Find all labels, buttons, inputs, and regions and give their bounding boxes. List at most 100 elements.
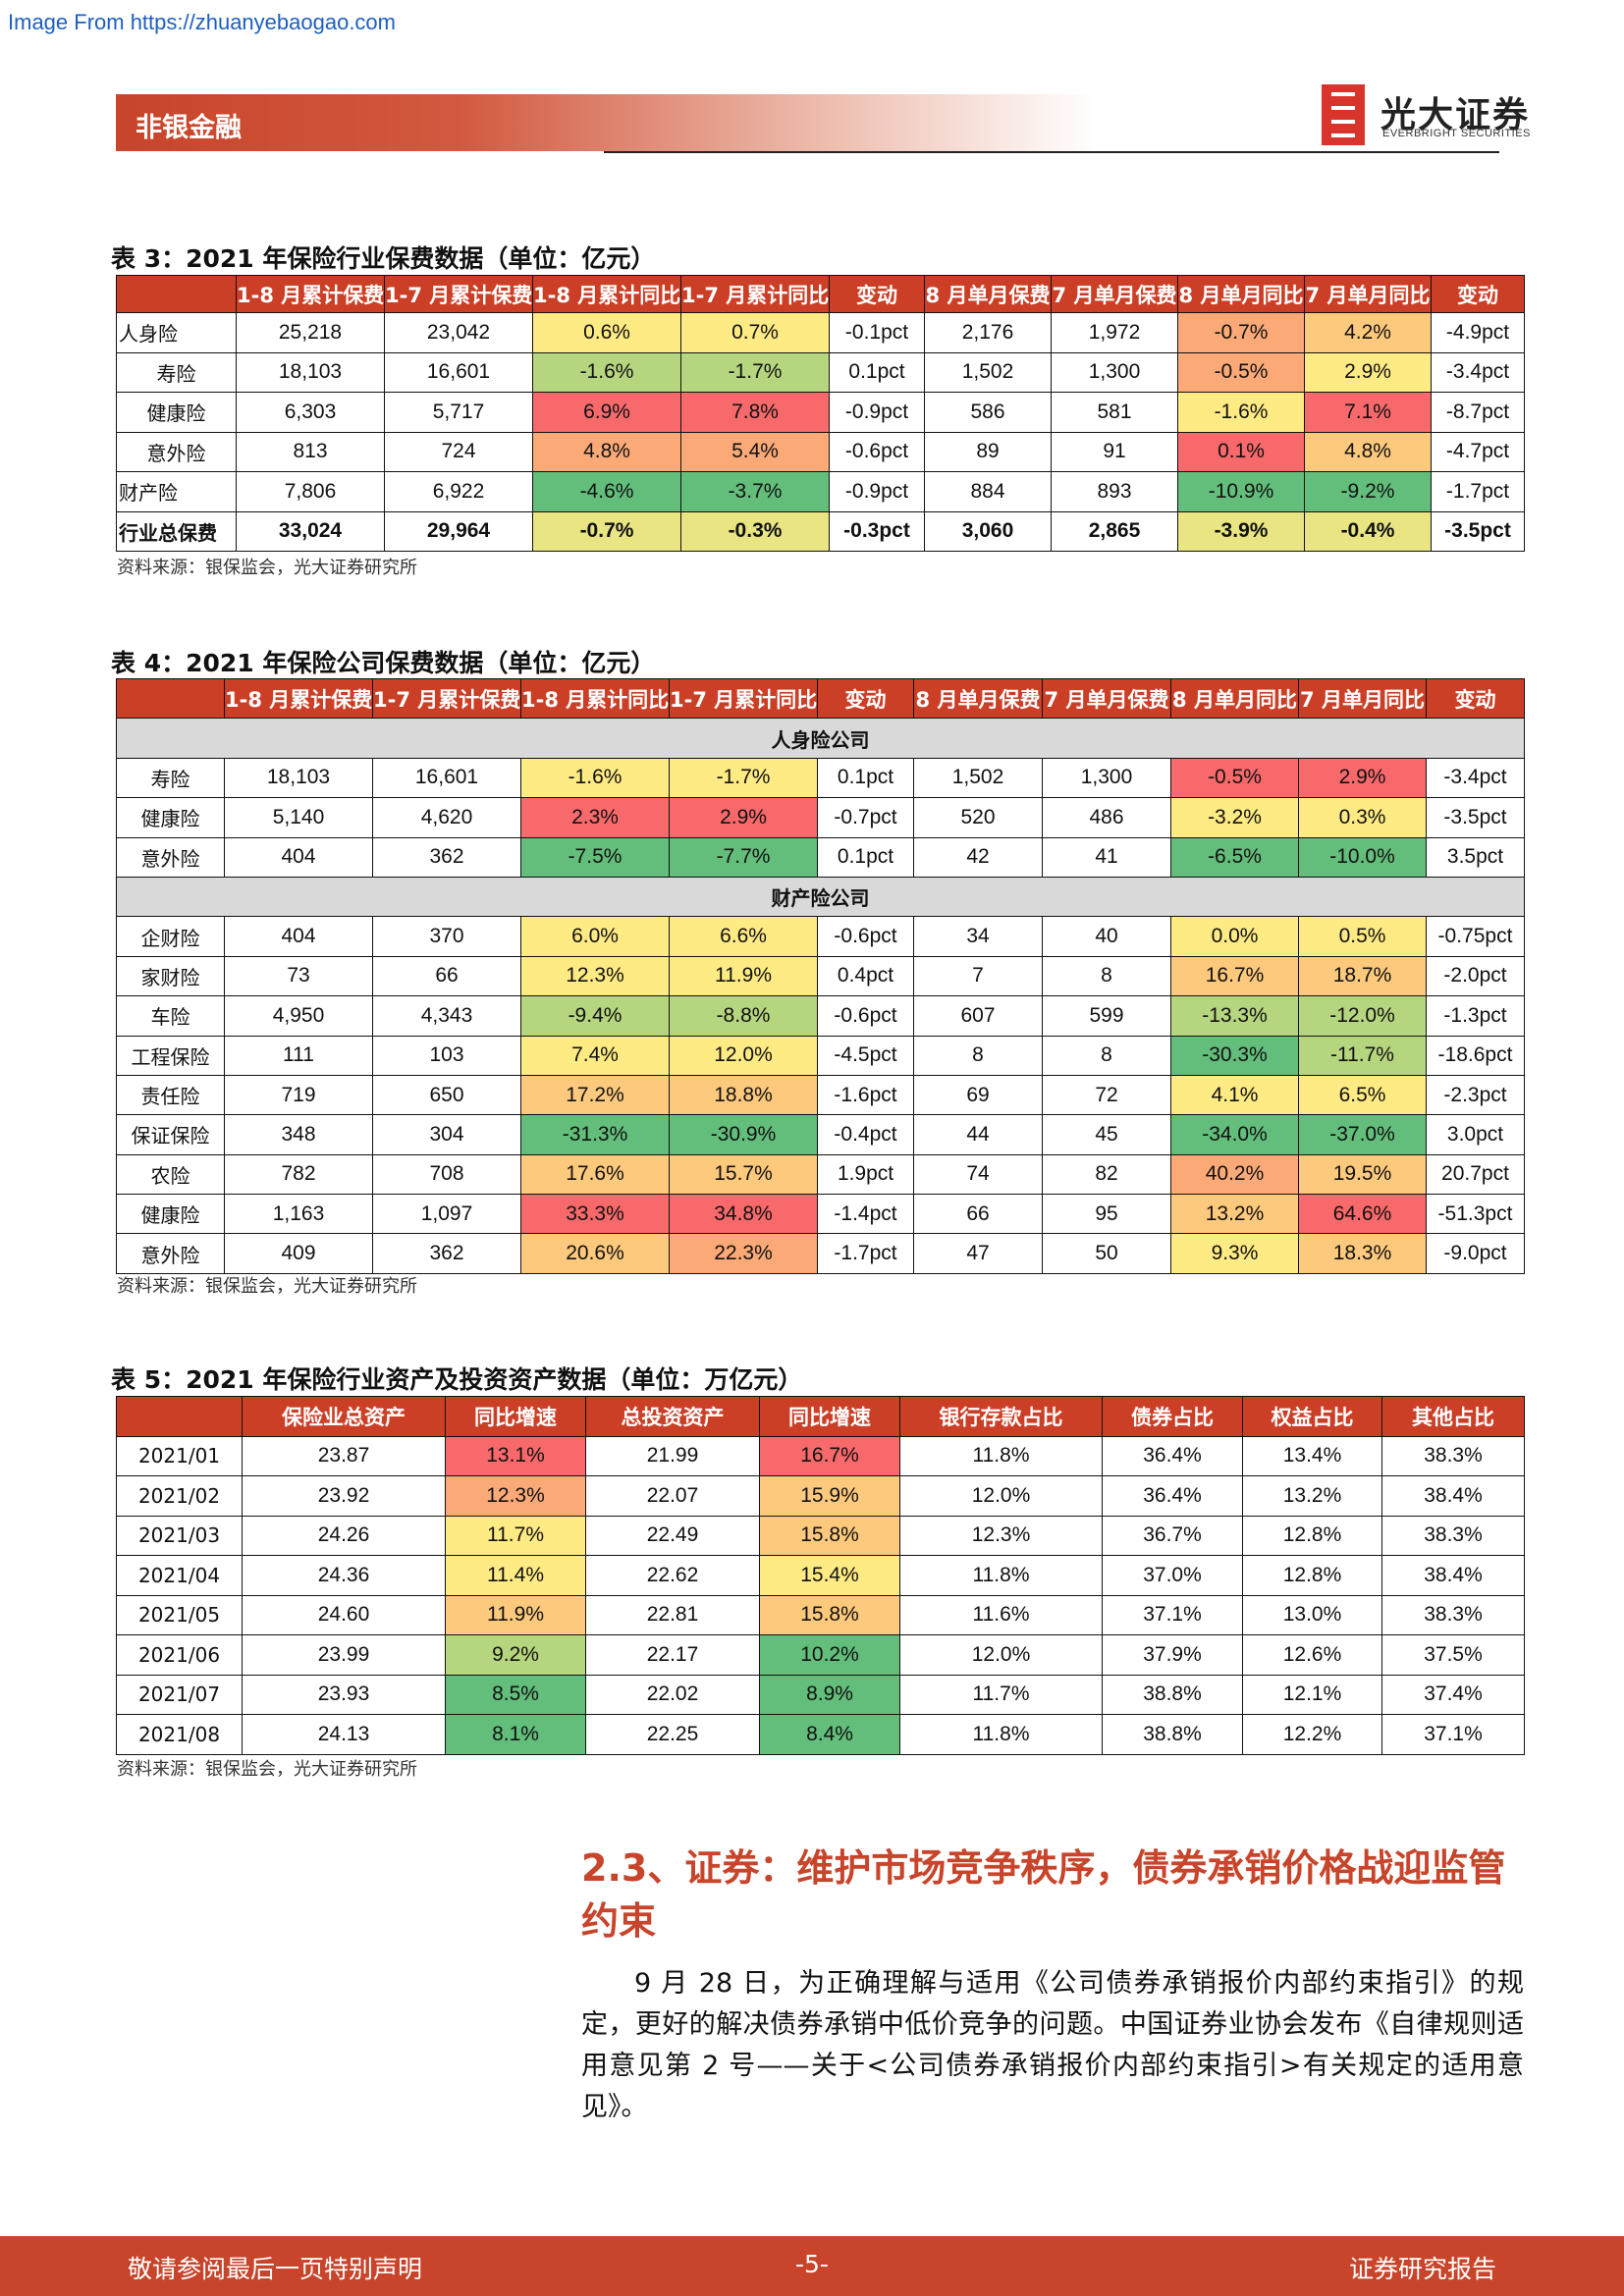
table5-cell: 23.99 xyxy=(242,1634,446,1676)
table4-cell: -1.7pct xyxy=(817,1233,914,1274)
table4-cell: -3.2% xyxy=(1170,797,1299,838)
table5-cell: 36.4% xyxy=(1102,1475,1243,1517)
table4-cell: -0.7pct xyxy=(817,797,914,838)
table4-cell: -10.0% xyxy=(1298,836,1427,878)
table3-cell: -0.5% xyxy=(1177,351,1305,393)
table5-cell: 37.1% xyxy=(1102,1594,1243,1635)
table4-cell: 66 xyxy=(913,1194,1043,1235)
table4-header-cell: 1-8 月累计同比 xyxy=(520,677,670,720)
table5-row: 2021/03 24.26 11.7% 22.49 15.8% 12.3% 36.7% 12.… xyxy=(116,1515,1525,1556)
table4-cell: 8 xyxy=(1042,1035,1171,1076)
table5-cell: 11.9% xyxy=(445,1594,586,1635)
table3-row: 意外险 813 724 4.8% 5.4% -0.6pct 89 91 0.1% 4.8% -4.7… xyxy=(116,431,1525,472)
header-divider xyxy=(604,151,1499,153)
logo-english-name: EVERBRIGHT SECURITIES xyxy=(1382,128,1531,139)
table5-cell: 13.1% xyxy=(445,1435,586,1476)
table4-cell: 16.7% xyxy=(1170,955,1299,997)
table4-cell: 42 xyxy=(913,836,1043,878)
table3-cell: -0.7% xyxy=(1177,312,1305,353)
table3-cell: -0.4% xyxy=(1304,510,1432,552)
table5-cell: 22.02 xyxy=(585,1674,760,1715)
table4-cell: 404 xyxy=(224,916,373,957)
table4-cell: 0.5% xyxy=(1298,916,1427,957)
table3-cell: 91 xyxy=(1051,431,1178,472)
table3-cell: 2.9% xyxy=(1304,351,1432,393)
table4-cell: 7 xyxy=(913,955,1043,997)
table4-cell: 18,103 xyxy=(224,757,373,799)
table4-cell: -0.6pct xyxy=(817,916,914,957)
table4-section-row: 财产险公司 xyxy=(116,876,1525,918)
table4-cell: 1,300 xyxy=(1042,757,1171,799)
table5-cell: 23.87 xyxy=(242,1435,446,1476)
table4-cell: 2.3% xyxy=(520,797,670,838)
table5-header-cell: 债券占比 xyxy=(1102,1396,1243,1437)
table4-cell: 1,097 xyxy=(372,1194,521,1235)
table3-cell: 7.8% xyxy=(680,392,830,433)
table5-row: 2021/08 24.13 8.1% 22.25 8.4% 11.8% 38.8% 12.2%… xyxy=(116,1714,1525,1755)
table3-cell: 581 xyxy=(1051,392,1178,433)
everbright-logo: 光大证券 EVERBRIGHT SECURITIES xyxy=(1322,84,1538,147)
table5-cell: 11.8% xyxy=(899,1714,1103,1755)
table3-row: 人身险 25,218 23,042 0.6% 0.7% -0.1pct 2,176 1,972… xyxy=(116,312,1525,353)
table4-cell: 362 xyxy=(372,1233,521,1274)
table3-cell: 6,922 xyxy=(384,471,533,512)
table4-cell: 8 xyxy=(913,1035,1043,1076)
table4-cell: 5,140 xyxy=(224,797,373,838)
table5-cell: 12.2% xyxy=(1242,1714,1382,1755)
table3-header-cell: 7 月单月保费 xyxy=(1051,275,1178,313)
table5-cell: 38.8% xyxy=(1102,1714,1243,1755)
table4-cell: -4.5pct xyxy=(817,1035,914,1076)
table4-header-cell xyxy=(116,677,225,720)
table3-cell: 16,601 xyxy=(384,351,533,393)
table4-row: 意外险 404 362 -7.5% -7.7% 0.1pct 42 41 -6.5% -10.0%… xyxy=(116,836,1525,878)
table3-cell: -3.7% xyxy=(680,471,830,512)
table5-cell: 11.6% xyxy=(899,1594,1103,1635)
table4-cell: -30.3% xyxy=(1170,1035,1299,1076)
table5-cell: 22.25 xyxy=(585,1714,760,1755)
table5-cell: 22.49 xyxy=(585,1515,760,1556)
table4-cell: 1,502 xyxy=(913,757,1043,799)
table3-header-cell: 8 月单月保费 xyxy=(924,275,1052,313)
table4-cell: 16,601 xyxy=(372,757,521,799)
table4-cell: 17.6% xyxy=(520,1153,670,1196)
table4-cell: -9.0pct xyxy=(1426,1233,1525,1274)
source-url[interactable]: Image From https://zhuanyebaogao.com xyxy=(8,10,396,35)
table4-cell: -6.5% xyxy=(1170,836,1299,878)
table5-cell: 11.7% xyxy=(445,1515,586,1556)
table3-cell: -10.9% xyxy=(1177,471,1305,512)
table5-row-label: 2021/08 xyxy=(116,1714,243,1755)
table3-header-row: 1-8 月累计保费 1-7 月累计保费 1-8 月累计同比 1-7 月累计同比 变动 8 … xyxy=(116,275,1525,313)
table5-cell: 38.4% xyxy=(1381,1555,1525,1596)
table5-cell: 8.9% xyxy=(759,1674,900,1715)
table4-header-cell: 8 月单月同比 xyxy=(1170,677,1299,720)
table4-cell: 486 xyxy=(1042,797,1171,838)
table3-cell: 7,806 xyxy=(236,471,385,512)
table3-cell: 7.1% xyxy=(1304,392,1432,433)
table4-cell: 74 xyxy=(913,1153,1043,1196)
table3-cell: -3.5pct xyxy=(1431,510,1525,552)
table5-cell: 24.36 xyxy=(242,1555,446,1596)
table3-cell: 0.1% xyxy=(1177,431,1305,472)
table3-cell: 893 xyxy=(1051,471,1178,512)
table3-body: 人身险 25,218 23,042 0.6% 0.7% -0.1pct 2,176 1,972… xyxy=(116,312,1525,552)
table3-cell: -0.3% xyxy=(680,510,830,552)
table4-cell: 4.1% xyxy=(1170,1074,1299,1116)
table3-cell: 2,176 xyxy=(924,312,1052,353)
table3-cell: 5.4% xyxy=(680,431,830,472)
table5-cell: 21.99 xyxy=(585,1435,760,1476)
table5-cell: 36.7% xyxy=(1102,1515,1243,1556)
table5-cell: 12.0% xyxy=(899,1475,1103,1517)
table4-cell: -37.0% xyxy=(1298,1114,1427,1155)
table3-cell: -4.9pct xyxy=(1431,312,1525,353)
table4-cell: 4,620 xyxy=(372,797,521,838)
table5-header-cell: 总投资资产 xyxy=(585,1396,760,1437)
table5-cell: 37.5% xyxy=(1381,1634,1525,1676)
table5-header-cell: 银行存款占比 xyxy=(899,1396,1103,1437)
table4-cell: -13.3% xyxy=(1170,995,1299,1037)
table4-section-label: 财产险公司 xyxy=(116,876,1525,918)
table5-cell: 23.93 xyxy=(242,1674,446,1715)
table3-cell: -0.7% xyxy=(532,510,681,552)
table5-cell: 12.3% xyxy=(445,1475,586,1517)
table4-cell: -1.6% xyxy=(520,757,670,799)
table5-cell: 11.7% xyxy=(899,1674,1103,1715)
